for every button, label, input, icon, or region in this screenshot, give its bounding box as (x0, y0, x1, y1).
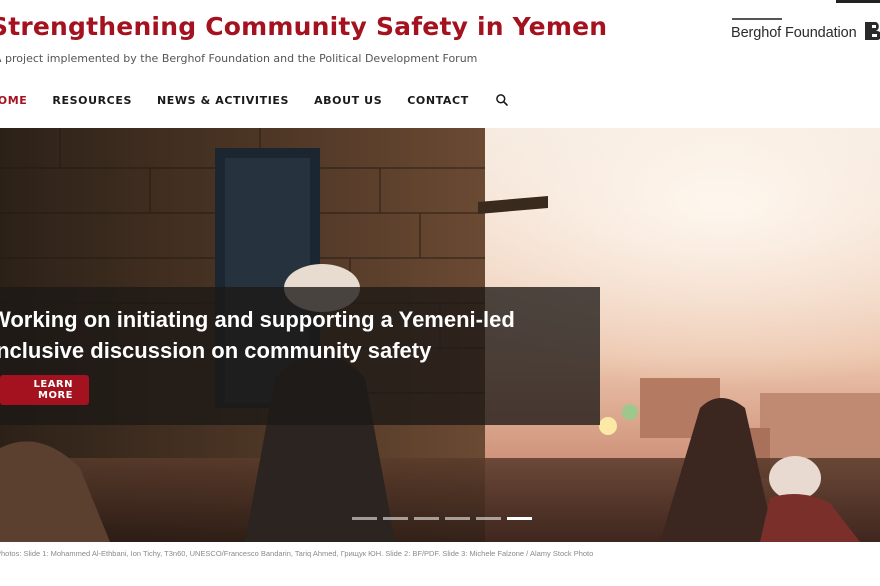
slide-heading: Working on initiating and supporting a Y… (0, 304, 590, 366)
photo-credits: Photos: Slide 1: Mohammed Al-Ethbani, Io… (0, 549, 594, 558)
slide-heading-line2: inclusive discussion on community safety (0, 338, 432, 363)
slide-caption-box: Working on initiating and supporting a Y… (0, 287, 600, 425)
nav-item-home[interactable]: HOME (0, 94, 27, 107)
slider-dot[interactable] (414, 517, 439, 520)
main-nav: HOME RESOURCES NEWS & ACTIVITIES ABOUT U… (0, 88, 509, 112)
slider-dot[interactable] (383, 517, 408, 520)
slider-dot[interactable] (476, 517, 501, 520)
slider-dot[interactable] (352, 517, 377, 520)
page: Strengthening Community Safety in Yemen … (0, 0, 880, 586)
nav-item-news-activities[interactable]: NEWS & ACTIVITIES (157, 94, 289, 107)
logo-bar (732, 18, 782, 20)
slide-heading-line1: Working on initiating and supporting a Y… (0, 307, 515, 332)
nav-item-resources[interactable]: RESOURCES (52, 94, 132, 107)
top-accent-bar (836, 0, 880, 3)
search-icon[interactable] (495, 93, 509, 107)
slider-dot[interactable] (445, 517, 470, 520)
site-title[interactable]: Strengthening Community Safety in Yemen (0, 12, 607, 41)
hero-slider[interactable]: Working on initiating and supporting a Y… (0, 128, 880, 542)
slider-dots (352, 517, 538, 520)
nav-item-about-us[interactable]: ABOUT US (314, 94, 382, 107)
learn-more-button[interactable]: LEARN MORE (0, 375, 89, 405)
slider-dot[interactable] (507, 517, 532, 520)
brand-name: Berghof Foundation (731, 25, 857, 41)
nav-item-contact[interactable]: CONTACT (407, 94, 469, 107)
berghof-foundation-logo[interactable]: Berghof Foundation (731, 18, 880, 48)
site-subtitle: A project implemented by the Berghof Fou… (0, 52, 478, 65)
berghof-monogram-icon (865, 22, 880, 40)
